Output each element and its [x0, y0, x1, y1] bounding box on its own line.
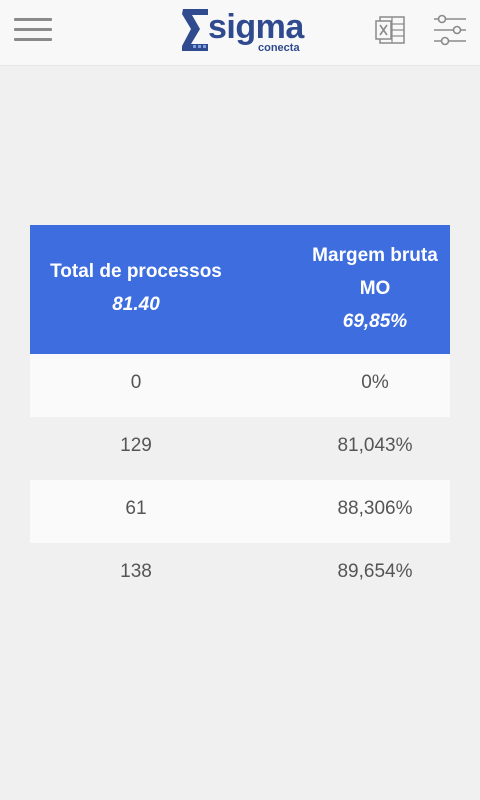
column-total: 69,85% — [342, 311, 408, 332]
filter-sliders-icon[interactable] — [432, 14, 468, 46]
column-title: Total de processos — [50, 261, 222, 282]
menu-line — [14, 18, 52, 21]
app-toolbar: sigma conecta — [0, 0, 480, 66]
cell-processos: 129 — [120, 435, 152, 456]
table-row[interactable]: 129 81,043% — [30, 417, 450, 480]
sigma-logo-icon — [182, 9, 208, 51]
menu-line — [14, 38, 52, 41]
cell-processos: 61 — [125, 498, 147, 519]
sigma-conecta-logo: sigma conecta — [178, 6, 304, 56]
column-title: Margem bruta MO — [312, 245, 438, 299]
table-row[interactable]: 61 88,306% — [30, 480, 450, 543]
excel-export-icon[interactable] — [374, 14, 406, 46]
cell-margem: 81,043% — [337, 435, 413, 456]
column-total: 81.40 — [112, 294, 160, 315]
cell-processos: 0 — [130, 372, 142, 393]
table-row[interactable]: 0 0% — [30, 354, 450, 417]
column-header-processos[interactable]: Total de processos 81.40 — [30, 225, 242, 354]
menu-line — [14, 28, 52, 31]
cell-margem: 88,306% — [337, 498, 413, 519]
results-table: Total de processos 81.40 Margem bruta MO… — [30, 225, 450, 606]
logo-wordmark: sigma — [208, 8, 304, 46]
table-row[interactable]: 138 89,654% — [30, 543, 450, 606]
hamburger-menu-icon[interactable] — [14, 16, 54, 44]
cell-margem: 0% — [361, 372, 389, 393]
table-header: Total de processos 81.40 Margem bruta MO… — [30, 225, 450, 354]
cell-margem: 89,654% — [337, 561, 413, 582]
logo-subtitle: conecta — [258, 42, 300, 54]
column-header-margem[interactable]: Margem bruta MO 69,85% — [300, 225, 450, 354]
cell-processos: 138 — [120, 561, 152, 582]
